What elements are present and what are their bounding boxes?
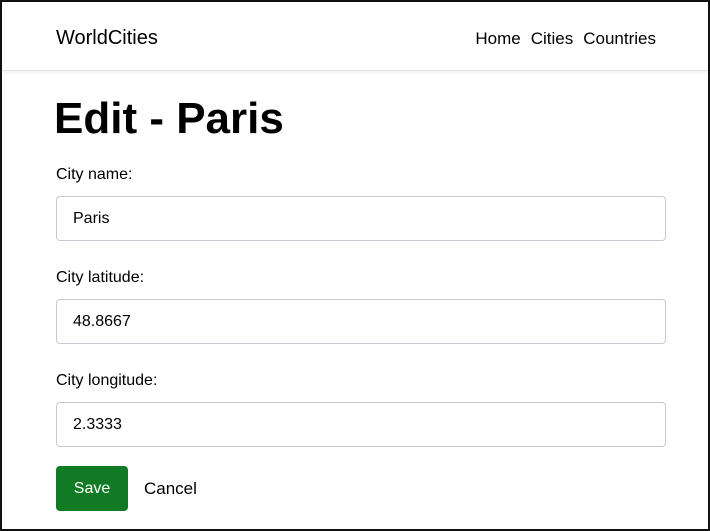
nav-link-countries[interactable]: Countries <box>583 28 656 50</box>
page-title: Edit - Paris <box>54 94 284 143</box>
city-latitude-label: City latitude: <box>56 269 145 286</box>
city-name-input[interactable] <box>56 196 666 241</box>
window-frame <box>0 0 710 531</box>
city-name-label: City name: <box>56 166 133 183</box>
save-button[interactable]: Save <box>56 466 128 511</box>
nav-link-home[interactable]: Home <box>475 28 520 50</box>
city-latitude-input[interactable] <box>56 299 666 344</box>
city-longitude-label: City longitude: <box>56 372 158 389</box>
top-navbar: WorldCities Home Cities Countries <box>2 2 708 71</box>
cancel-link[interactable]: Cancel <box>144 479 197 499</box>
nav-links: Home Cities Countries <box>475 28 656 50</box>
brand-link[interactable]: WorldCities <box>56 26 158 50</box>
nav-link-cities[interactable]: Cities <box>531 28 574 50</box>
city-longitude-input[interactable] <box>56 402 666 447</box>
